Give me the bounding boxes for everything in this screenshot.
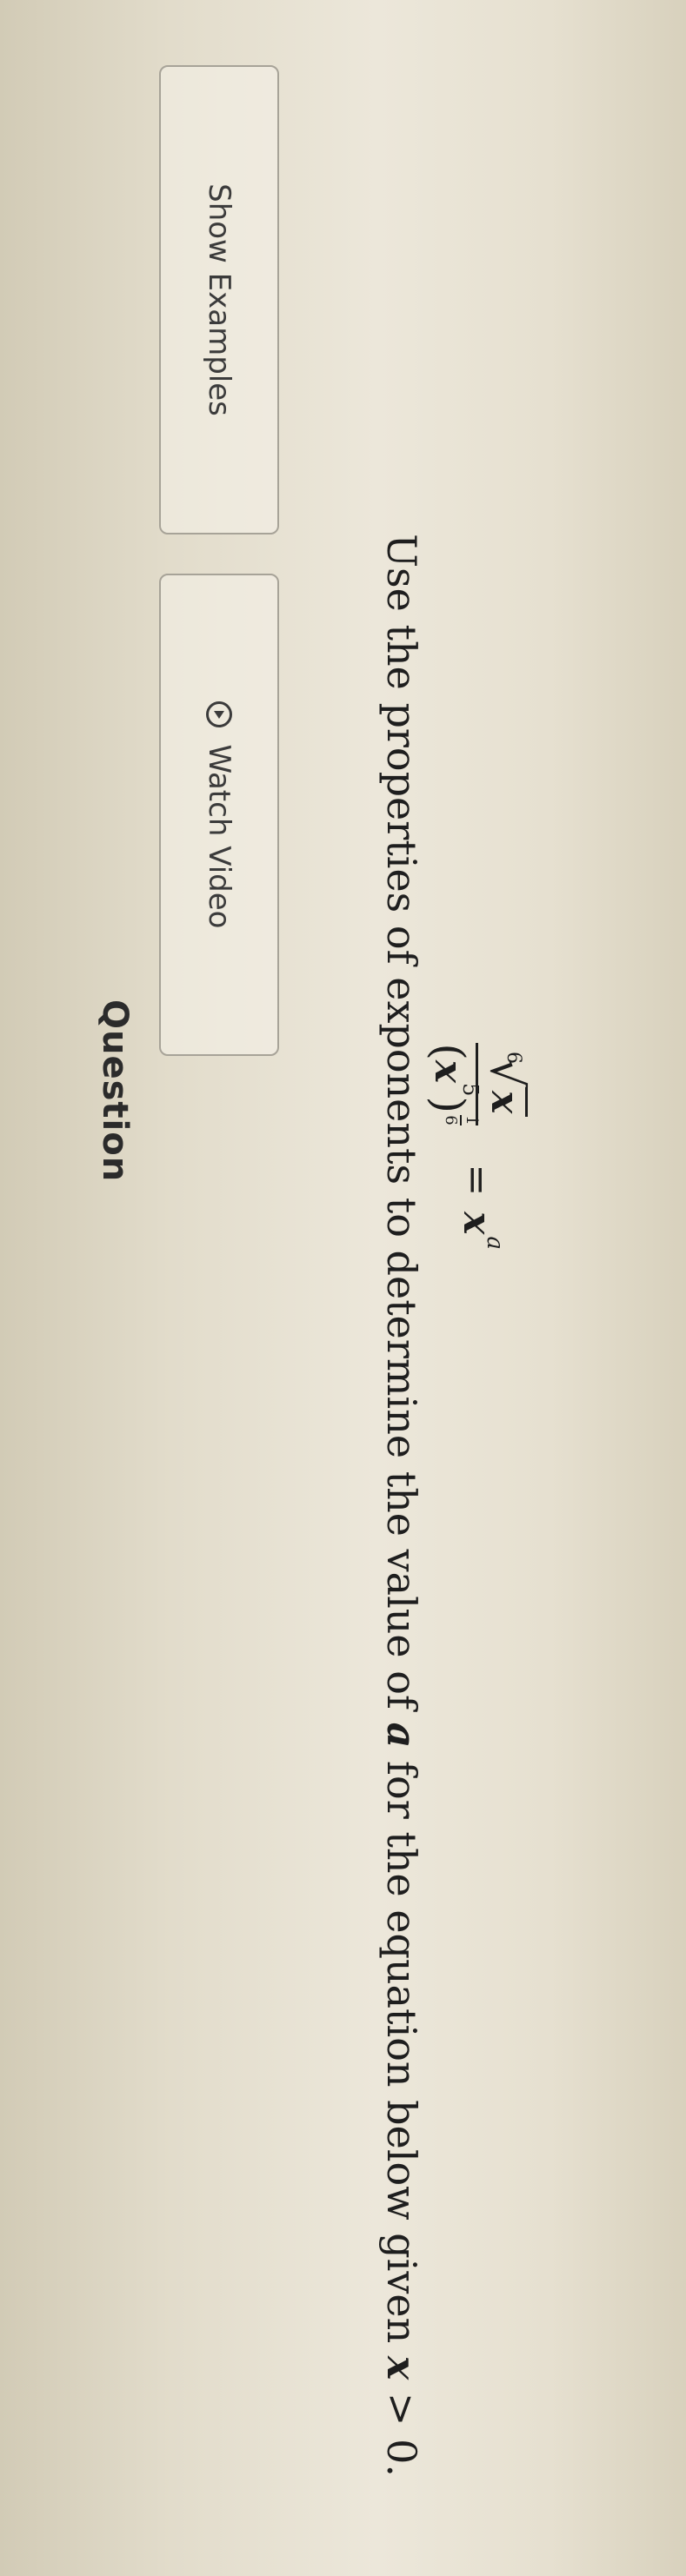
outer-exponent-numerator: 1 <box>463 1115 481 1125</box>
root-index: 6 <box>503 1052 524 1064</box>
denominator-base: x <box>426 1059 470 1084</box>
equation: 6 √ x ( x 5 ) 1 6 = x a <box>421 1043 534 1250</box>
instruction-variable-a: a <box>378 1722 425 1749</box>
denominator-inner-exponent: 5 <box>458 1083 483 1097</box>
watch-video-button[interactable]: Watch Video <box>159 574 279 1056</box>
rhs-base: x <box>455 1212 500 1235</box>
show-examples-button[interactable]: Show Examples <box>159 65 279 534</box>
question-heading: Question <box>95 999 135 1183</box>
question-instruction: Use the properties of exponents to deter… <box>378 130 425 2477</box>
equation-fraction: 6 √ x ( x 5 ) 1 6 <box>423 1043 532 1126</box>
fraction-numerator: 6 √ x <box>478 1043 532 1125</box>
instruction-text-middle: for the equation below given <box>378 1748 425 2356</box>
show-examples-label: Show Examples <box>202 183 236 416</box>
instruction-condition-rest: > 0. <box>378 2380 425 2477</box>
rhs-exponent: a <box>482 1236 508 1250</box>
question-panel: Question Watch Video Show Examples Use t… <box>0 0 686 2576</box>
equals-sign: = <box>455 1164 500 1197</box>
fraction-denominator: ( x 5 ) 1 6 <box>423 1043 483 1125</box>
instruction-text-before: Use the properties of exponents to deter… <box>378 534 425 1723</box>
outer-exponent-bar <box>460 1114 462 1125</box>
close-paren: ) <box>423 1096 474 1113</box>
radicand: x <box>483 1087 529 1118</box>
outer-exponent-denominator: 6 <box>442 1115 460 1125</box>
open-paren: ( <box>423 1043 474 1060</box>
play-circle-icon <box>206 700 232 727</box>
watch-video-label: Watch Video <box>202 744 236 929</box>
instruction-condition-var: x <box>378 2355 425 2380</box>
outer-exponent: 1 6 <box>442 1114 481 1125</box>
